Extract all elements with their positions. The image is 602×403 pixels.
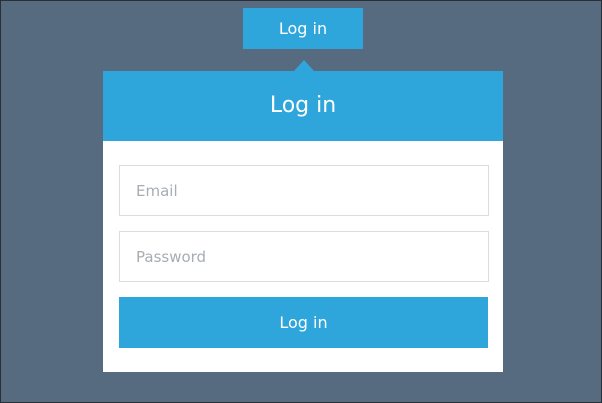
login-panel: Log in Log in [103,71,503,372]
page-background: Log in Log in Log in [0,0,602,403]
login-toggle-button[interactable]: Log in [243,8,363,49]
password-field[interactable] [119,231,489,282]
panel-pointer-arrow [294,60,314,71]
email-field[interactable] [119,165,489,216]
login-panel-title: Log in [103,71,503,141]
login-submit-button[interactable]: Log in [119,297,488,348]
